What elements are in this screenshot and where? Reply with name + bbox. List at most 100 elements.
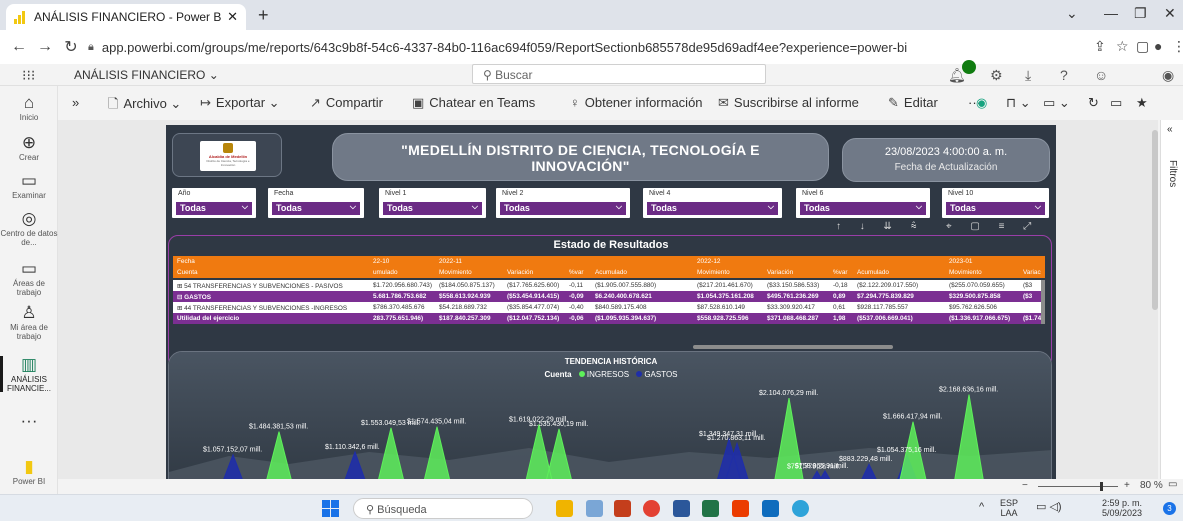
get-insights-button[interactable]: ♀ Obtener información — [570, 95, 703, 110]
legend-item-gastos[interactable]: GASTOS — [644, 370, 677, 379]
waffle-icon[interactable]: ⁝⁝⁝ — [22, 67, 35, 84]
settings-icon[interactable]: ⚙ — [990, 67, 1003, 84]
url-field[interactable]: 🔒︎ app.powerbi.com/groups/me/reports/643… — [88, 35, 1088, 59]
nav-my-workspace[interactable]: ♙ Mi área de trabajo — [0, 304, 58, 342]
file-explorer-icon[interactable] — [556, 500, 573, 517]
nav-home[interactable]: ⌂ Inicio — [0, 94, 58, 123]
fit-page-icon[interactable]: ▭ — [1168, 479, 1177, 490]
office-icon[interactable] — [732, 500, 749, 517]
profile-icon[interactable]: ● — [1154, 38, 1162, 54]
slicer-nivel2[interactable]: Nivel 2 Todas ⌵ — [496, 188, 630, 218]
comment-icon[interactable]: ▭ — [1110, 95, 1122, 111]
account-avatar-icon[interactable]: ◉ — [1162, 67, 1174, 84]
table-row[interactable]: ⊞ 54 TRANSFERENCIAS Y SUBVENCIONES - PAS… — [173, 280, 1045, 291]
nav-create[interactable]: ⊕ Crear — [0, 134, 58, 163]
slicer-dropdown[interactable]: Todas ⌵ — [176, 202, 252, 215]
chevron-up-icon[interactable]: ^ — [979, 502, 984, 513]
legend-swatch-gastos — [636, 371, 643, 377]
nav-current-report[interactable]: ▥ ANÁLISIS FINANCIE... — [0, 356, 58, 393]
windows-start-icon[interactable] — [322, 500, 339, 517]
sidepanel-icon[interactable]: ▢ — [1136, 38, 1149, 55]
slicer-nivel1[interactable]: Nivel 1 Todas ⌵ — [379, 188, 486, 218]
excel-icon[interactable] — [702, 500, 719, 517]
table-row[interactable]: ⊞ 44 TRANSFERENCIAS Y SUBVENCIONES -INGR… — [173, 302, 1045, 313]
slicer-nivel4[interactable]: Nivel 4 Todas ⌵ — [643, 188, 782, 218]
nav-more[interactable]: ··· — [0, 412, 58, 431]
slicer-nivel10[interactable]: Nivel 10 Todas ⌵ — [942, 188, 1049, 218]
cell: $33.309.920.417 — [767, 304, 815, 311]
nav-workspaces[interactable]: ▭ Áreas de trabajo — [0, 260, 58, 298]
cell: ($255.070.059.655) — [949, 282, 1005, 289]
reload-icon[interactable]: ↻ — [58, 37, 84, 57]
restore-icon[interactable]: ❐ — [1134, 5, 1147, 22]
share-icon[interactable]: ⇪ — [1094, 38, 1106, 55]
taskbar-search[interactable]: ⚲ Búsqueda — [353, 498, 533, 519]
zoom-slider[interactable] — [1038, 486, 1118, 487]
report-name-dropdown[interactable]: ANÁLISIS FINANCIERO ⌄ — [74, 68, 219, 82]
nav-browse[interactable]: ▭ Examinar — [0, 172, 58, 201]
download-icon[interactable]: ⤓ — [1025, 67, 1031, 84]
back-icon[interactable]: ← — [6, 38, 32, 56]
view-icon[interactable]: ▭ ⌄ — [1043, 95, 1070, 111]
chevron-down-icon[interactable]: ⌄ — [1066, 5, 1078, 22]
canvas-scrollbar[interactable] — [1152, 130, 1158, 310]
share-button[interactable]: ↗ Compartir — [310, 95, 383, 111]
word-icon[interactable] — [673, 500, 690, 517]
filters-pane[interactable]: « Filtros — [1160, 120, 1183, 494]
slicer-fecha[interactable]: Fecha Todas ⌵ — [268, 188, 364, 218]
new-tab-button[interactable]: + — [258, 5, 269, 26]
matrix-vscroll[interactable] — [1041, 280, 1045, 324]
refresh-icon[interactable]: ↻ — [1088, 95, 1099, 111]
slicer-dropdown[interactable]: Todas ⌵ — [272, 202, 360, 215]
outlook-icon[interactable] — [762, 500, 779, 517]
close-tab-icon[interactable]: ✕ — [227, 9, 238, 25]
powerpoint-icon[interactable] — [614, 500, 631, 517]
search-input[interactable]: ⚲ Buscar — [472, 64, 766, 84]
slicer-dropdown[interactable]: Todas ⌵ — [500, 202, 626, 215]
kebab-menu-icon[interactable]: ⋮ — [1172, 38, 1183, 55]
edit-button[interactable]: ✎ Editar — [888, 95, 938, 111]
chrome-icon[interactable] — [643, 500, 660, 517]
zoom-in-icon[interactable]: + — [1124, 480, 1130, 491]
share-label: Compartir — [325, 95, 383, 110]
clock[interactable]: 2:59 p. m. 5/09/2023 — [1102, 498, 1142, 518]
slicer-dropdown[interactable]: Todas ⌵ — [800, 202, 926, 215]
cell: $928.117.785.557 — [857, 304, 909, 311]
edge-icon[interactable] — [792, 500, 809, 517]
notification-center-icon[interactable]: 3 — [1163, 502, 1176, 515]
star-icon[interactable]: ☆ — [1116, 38, 1129, 55]
minimize-icon[interactable]: — — [1104, 5, 1118, 21]
slicer-ano[interactable]: Año Todas ⌵ — [172, 188, 256, 218]
legend-item-ingresos[interactable]: INGRESOS — [587, 370, 629, 379]
table-row-total[interactable]: Utilidad del ejercicio 283.775.651.946) … — [173, 313, 1045, 324]
header-cell: Movimiento — [439, 269, 472, 276]
language-indicator[interactable]: ESP LAA — [1000, 498, 1018, 518]
taskview-icon[interactable] — [586, 500, 603, 517]
export-menu[interactable]: ↦ Exportar ⌄ — [200, 95, 280, 111]
slicer-dropdown[interactable]: Todas ⌵ — [946, 202, 1045, 215]
chevron-left-icon[interactable]: « — [1167, 124, 1173, 135]
table-row[interactable]: ⊟ GASTOS 5.681.786.753.682 $558.613.924.… — [173, 291, 1045, 302]
drill-controls[interactable]: ↑ ↓ ⇊ ⩯ — [836, 221, 925, 232]
nav-data-hub[interactable]: ◎ Centro de datos de... — [0, 210, 58, 248]
zoom-slider-thumb[interactable] — [1100, 482, 1103, 491]
copilot-icon[interactable]: ◉ — [976, 95, 987, 111]
file-menu[interactable]: 🗋︎ Archivo ⌄ — [108, 95, 181, 117]
help-icon[interactable]: ? — [1060, 67, 1068, 83]
browser-tab[interactable]: ANÁLISIS FINANCIERO - Power BI ✕ — [6, 4, 246, 30]
subscribe-button[interactable]: ✉ Suscribirse al informe — [718, 95, 859, 111]
slicer-nivel6[interactable]: Nivel 6 Todas ⌵ — [796, 188, 930, 218]
nav-powerbi[interactable]: ▮ Power BI — [0, 458, 58, 487]
close-window-icon[interactable]: ✕ — [1164, 5, 1176, 22]
bookmark-icon[interactable]: ⊓ ⌄ — [1006, 95, 1031, 111]
feedback-icon[interactable]: ☺ — [1094, 67, 1108, 83]
favorite-icon[interactable]: ★ — [1136, 95, 1148, 111]
forward-icon[interactable]: → — [32, 38, 58, 56]
slicer-dropdown[interactable]: Todas ⌵ — [647, 202, 778, 215]
network-icon[interactable]: ▭ ◁) — [1036, 502, 1062, 513]
chat-teams-button[interactable]: ▣ Chatear en Teams — [412, 95, 535, 111]
zoom-out-icon[interactable]: − — [1022, 480, 1028, 491]
expand-icon[interactable]: » — [72, 95, 79, 110]
matrix-hscroll[interactable] — [693, 345, 893, 349]
slicer-dropdown[interactable]: Todas ⌵ — [383, 202, 482, 215]
